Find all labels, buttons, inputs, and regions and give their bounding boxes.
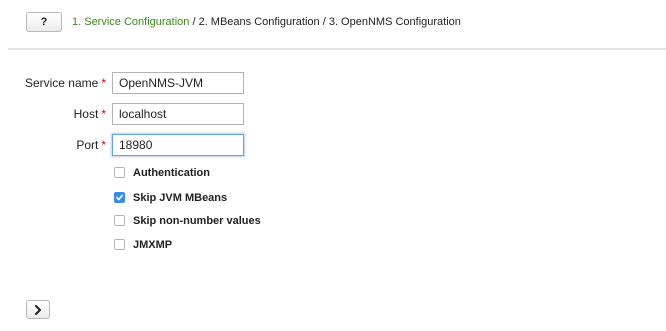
breadcrumb-separator: / xyxy=(189,16,199,28)
jmxmp-checkbox[interactable] xyxy=(114,239,125,250)
required-marker: * xyxy=(101,107,106,121)
checkmark-icon xyxy=(116,194,123,201)
host-label: Host * xyxy=(74,107,106,121)
wizard-breadcrumb: 1. Service Configuration / 2. MBeans Con… xyxy=(72,16,461,28)
jmxmp-label[interactable]: JMXMP xyxy=(133,238,172,252)
next-button[interactable] xyxy=(26,300,50,319)
service-name-label-text: Service name xyxy=(24,76,99,90)
skip-non-number-label[interactable]: Skip non-number values xyxy=(133,214,261,228)
help-button[interactable]: ? xyxy=(26,12,62,32)
port-label: Port * xyxy=(76,138,106,152)
host-input[interactable] xyxy=(112,103,244,125)
step-opennms-configuration: 3. OpenNMS Configuration xyxy=(328,16,461,28)
port-label-text: Port xyxy=(76,138,99,152)
skip-jvm-mbeans-checkbox[interactable] xyxy=(114,192,125,203)
host-label-text: Host xyxy=(73,107,99,121)
port-input[interactable] xyxy=(112,134,244,156)
step-service-configuration[interactable]: 1. Service Configuration xyxy=(72,16,189,28)
authentication-label[interactable]: Authentication xyxy=(133,166,210,180)
skip-non-number-checkbox[interactable] xyxy=(114,215,125,226)
header-divider xyxy=(8,48,666,50)
authentication-checkbox[interactable] xyxy=(114,167,125,178)
required-marker: * xyxy=(101,76,106,90)
required-marker: * xyxy=(101,138,106,152)
service-name-input[interactable] xyxy=(112,72,244,94)
skip-jvm-mbeans-label[interactable]: Skip JVM MBeans xyxy=(133,191,227,205)
service-name-label: Service name * xyxy=(25,76,106,90)
chevron-right-icon xyxy=(35,304,41,315)
step-mbeans-configuration: 2. MBeans Configuration xyxy=(198,16,320,28)
breadcrumb-separator: / xyxy=(319,16,329,28)
